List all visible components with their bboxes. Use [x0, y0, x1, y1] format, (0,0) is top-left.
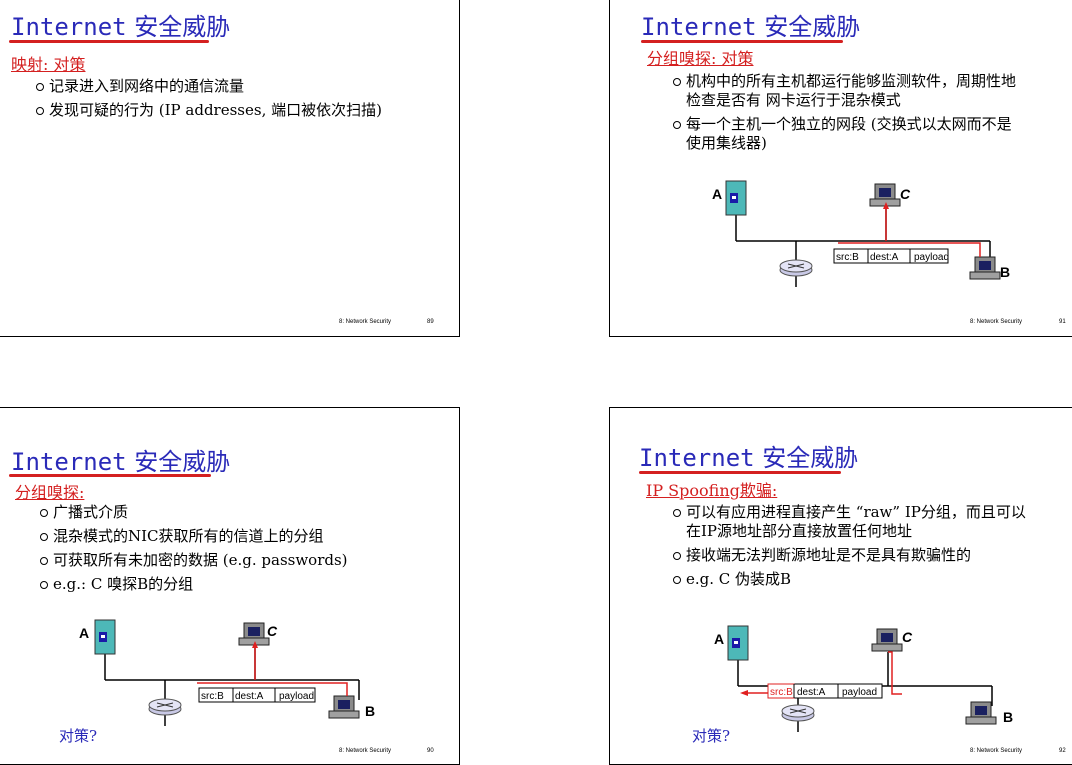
bullet-item: e.g.: C 嗅探B的分组: [39, 575, 348, 594]
packet-dest: dest:A: [797, 687, 826, 698]
bullet-list: 广播式介质 混杂模式的NIC获取所有的信道上的分组 可获取所有未加密的数据 (e…: [39, 503, 348, 599]
bullet-list: 机构中的所有主机都运行能够监测软件，周期性地 检查是否有 网卡运行于混杂模式 每…: [672, 72, 1016, 158]
computer-b-icon: [969, 256, 1001, 280]
router-icon: [781, 704, 815, 722]
bullet-item: e.g. C 伪装成B: [672, 570, 1026, 589]
packet-payload: payload: [914, 252, 949, 263]
host-a-label: A: [712, 186, 722, 202]
server-a-icon: [725, 180, 747, 216]
bullet-item: 机构中的所有主机都运行能够监测软件，周期性地: [672, 72, 1016, 91]
bullet-item: 可获取所有未加密的数据 (e.g. passwords): [39, 551, 348, 570]
network-diagram: A C B src:B dest:A payload: [712, 180, 1010, 287]
host-a-label: A: [714, 631, 724, 647]
slide-title: Internet 安全威胁: [641, 13, 861, 41]
bullet-continuation: 检查是否有 网卡运行于混杂模式: [686, 91, 901, 109]
slide-subtitle: IP Spoofing欺骗:: [646, 481, 778, 500]
bullet-item: 混杂模式的NIC获取所有的信道上的分组: [39, 527, 348, 546]
bullet-item: 记录进入到网络中的通信流量: [35, 77, 382, 96]
host-a-label: A: [79, 625, 89, 641]
footer-label: 8: Network Security: [339, 319, 392, 325]
countermeasure-question: 对策?: [59, 727, 98, 745]
packet-payload: payload: [842, 687, 877, 698]
bullet-continuation: 使用集线器): [686, 134, 767, 152]
router-icon: [148, 698, 182, 716]
bullet-list: 可以有应用进程直接产生 “raw” IP分组，而且可以 在IP源地址部分直接放置…: [672, 503, 1026, 594]
host-b-label: B: [1003, 709, 1013, 725]
packet-dest: dest:A: [870, 252, 899, 263]
host-c-label: C: [900, 186, 911, 202]
page-number: 90: [427, 748, 434, 754]
slide-subtitle: 分组嗅探: 对策: [647, 49, 754, 68]
slide-subtitle: 分组嗅探:: [15, 483, 85, 502]
host-b-label: B: [365, 703, 375, 719]
page-number: 89: [427, 319, 434, 325]
slide-title: Internet 安全威胁: [639, 444, 859, 472]
slide-title: Internet 安全威胁: [11, 13, 231, 41]
network-diagram: A C B src:B dest:A payload: [714, 625, 1013, 732]
computer-c-icon: [871, 628, 903, 652]
title-underline: [9, 40, 209, 43]
bullet-list: 记录进入到网络中的通信流量 发现可疑的行为 (IP addresses, 端口被…: [35, 77, 382, 125]
host-c-label: C: [267, 623, 278, 639]
computer-c-icon: [238, 622, 270, 646]
slide-subtitle: 映射: 对策: [11, 55, 86, 74]
slide-92: Internet 安全威胁 IP Spoofing欺骗: 可以有应用进程直接产生…: [609, 407, 1072, 765]
title-underline: [9, 474, 211, 477]
host-c-label: C: [902, 629, 913, 645]
footer-label: 8: Network Security: [970, 319, 1023, 325]
bullet-item: 接收端无法判断源地址是不是具有欺骗性的: [672, 546, 1026, 565]
packet-src: src:B: [836, 252, 859, 263]
network-diagram: A C B src:B dest:A payload: [79, 619, 375, 726]
computer-b-icon: [328, 695, 360, 719]
page-number: 92: [1059, 748, 1066, 754]
host-b-label: B: [1000, 264, 1010, 280]
packet-dest: dest:A: [235, 691, 264, 702]
server-a-icon: [727, 625, 749, 661]
bullet-item: 广播式介质: [39, 503, 348, 522]
title-underline: [639, 471, 841, 474]
router-icon: [779, 259, 813, 277]
slide-91: Internet 安全威胁 分组嗅探: 对策 机构中的所有主机都运行能够监测软件…: [609, 0, 1072, 337]
slide-90: Internet 安全威胁 分组嗅探: 广播式介质 混杂模式的NIC获取所有的信…: [0, 407, 460, 765]
countermeasure-question: 对策?: [692, 727, 731, 745]
slide-title: Internet 安全威胁: [11, 448, 231, 476]
packet-payload: payload: [279, 691, 314, 702]
slide-89: Internet 安全威胁 映射: 对策 记录进入到网络中的通信流量 发现可疑的…: [0, 0, 460, 337]
page-number: 91: [1059, 319, 1066, 325]
bullet-item: 可以有应用进程直接产生 “raw” IP分组，而且可以: [672, 503, 1026, 522]
title-underline: [641, 40, 843, 43]
footer-label: 8: Network Security: [339, 748, 392, 754]
packet-src: src:B: [770, 687, 793, 698]
footer-label: 8: Network Security: [970, 748, 1023, 754]
bullet-continuation: 在IP源地址部分直接放置任何地址: [686, 522, 913, 540]
packet-src: src:B: [201, 691, 224, 702]
bullet-item: 发现可疑的行为 (IP addresses, 端口被依次扫描): [35, 101, 382, 120]
server-a-icon: [94, 619, 116, 655]
computer-b-icon: [965, 701, 997, 725]
bullet-item: 每一个主机一个独立的网段 (交换式以太网而不是: [672, 115, 1016, 134]
computer-c-icon: [869, 183, 901, 207]
